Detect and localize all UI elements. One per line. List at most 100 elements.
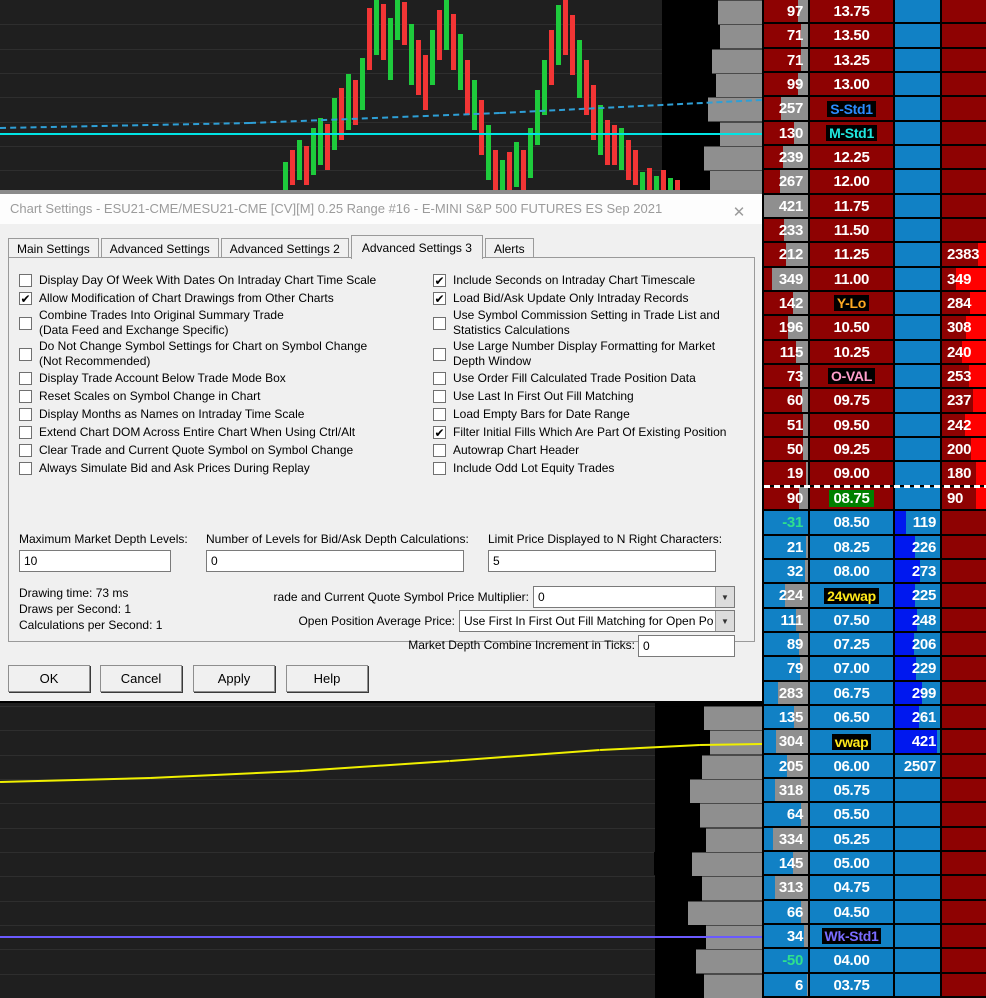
ladder-bid-depth-cell[interactable]	[895, 414, 942, 436]
ladder-bid-depth-cell[interactable]	[895, 365, 942, 387]
tab-main-settings[interactable]: Main Settings	[8, 238, 99, 258]
ladder-ask-depth-cell[interactable]: 284	[942, 292, 986, 314]
checkbox-opt-left-8[interactable]	[19, 444, 32, 457]
close-icon[interactable]: ✕	[730, 204, 748, 222]
ladder-ask-depth-cell[interactable]	[942, 657, 986, 680]
ladder-bid-depth-cell[interactable]	[895, 974, 942, 996]
ladder-bid-depth-cell[interactable]	[895, 949, 942, 972]
ok-button[interactable]: OK	[8, 665, 90, 692]
ladder-bid-depth-cell[interactable]	[895, 925, 942, 947]
checkbox-opt-right-8[interactable]	[433, 444, 446, 457]
ladder-bid-depth-cell[interactable]	[895, 438, 942, 460]
checkbox-opt-left-7[interactable]	[19, 426, 32, 439]
checkbox-opt-right-4[interactable]	[433, 372, 446, 385]
ladder-bid-depth-cell[interactable]: 299	[895, 682, 942, 704]
ladder-ask-depth-cell[interactable]	[942, 73, 986, 95]
ladder-bid-depth-cell[interactable]	[895, 876, 942, 899]
checkbox-opt-right-7[interactable]: ✔	[433, 426, 446, 439]
depth-combine-ticks-input[interactable]	[638, 635, 735, 657]
ladder-ask-depth-cell[interactable]	[942, 949, 986, 972]
ladder-bid-depth-cell[interactable]: 229	[895, 657, 942, 680]
cancel-button[interactable]: Cancel	[100, 665, 182, 692]
apply-button[interactable]: Apply	[193, 665, 275, 692]
ladder-bid-depth-cell[interactable]: 119	[895, 511, 942, 534]
ladder-ask-depth-cell[interactable]	[942, 974, 986, 996]
ladder-bid-depth-cell[interactable]	[895, 170, 942, 193]
ladder-bid-depth-cell[interactable]	[895, 487, 942, 509]
ladder-bid-depth-cell[interactable]: 421	[895, 730, 942, 753]
tab-advanced-settings[interactable]: Advanced Settings	[100, 238, 219, 258]
ladder-bid-depth-cell[interactable]	[895, 292, 942, 314]
price-multiplier-dropdown[interactable]: 0 ▼	[533, 586, 735, 608]
ladder-bid-depth-cell[interactable]	[895, 316, 942, 339]
ladder-bid-depth-cell[interactable]: 261	[895, 706, 942, 728]
ladder-bid-depth-cell[interactable]	[895, 24, 942, 47]
ladder-bid-depth-cell[interactable]: 2507	[895, 755, 942, 777]
ladder-bid-depth-cell[interactable]: 226	[895, 536, 942, 558]
ladder-ask-depth-cell[interactable]	[942, 49, 986, 71]
chevron-down-icon[interactable]: ▼	[715, 587, 734, 607]
tab-advanced-settings-2[interactable]: Advanced Settings 2	[220, 238, 349, 258]
ladder-ask-depth-cell[interactable]: 2383	[942, 243, 986, 266]
chevron-down-icon[interactable]: ▼	[715, 611, 734, 631]
checkbox-opt-left-9[interactable]	[19, 462, 32, 475]
ladder-ask-depth-cell[interactable]	[942, 146, 986, 168]
ladder-ask-depth-cell[interactable]	[942, 219, 986, 241]
ladder-bid-depth-cell[interactable]	[895, 852, 942, 874]
ladder-bid-depth-cell[interactable]	[895, 389, 942, 412]
ladder-ask-depth-cell[interactable]: 237	[942, 389, 986, 412]
ladder-ask-depth-cell[interactable]	[942, 706, 986, 728]
checkbox-opt-right-2[interactable]	[433, 316, 446, 330]
checkbox-opt-left-2[interactable]	[19, 316, 32, 330]
ladder-ask-depth-cell[interactable]	[942, 682, 986, 704]
ladder-bid-depth-cell[interactable]	[895, 803, 942, 826]
checkbox-opt-right-9[interactable]	[433, 462, 446, 475]
ladder-bid-depth-cell[interactable]	[895, 73, 942, 95]
ladder-ask-depth-cell[interactable]	[942, 170, 986, 193]
ladder-bid-depth-cell[interactable]	[895, 49, 942, 71]
checkbox-opt-left-1[interactable]: ✔	[19, 292, 32, 305]
checkbox-opt-left-3[interactable]	[19, 347, 32, 361]
checkbox-opt-left-6[interactable]	[19, 408, 32, 421]
ladder-ask-depth-cell[interactable]	[942, 195, 986, 217]
ladder-ask-depth-cell[interactable]	[942, 755, 986, 777]
checkbox-opt-left-4[interactable]	[19, 372, 32, 385]
ladder-ask-depth-cell[interactable]: 308	[942, 316, 986, 339]
ladder-ask-depth-cell[interactable]	[942, 852, 986, 874]
ladder-ask-depth-cell[interactable]: 240	[942, 341, 986, 363]
ladder-ask-depth-cell[interactable]	[942, 730, 986, 753]
ladder-bid-depth-cell[interactable]	[895, 0, 942, 22]
ladder-ask-depth-cell[interactable]	[942, 779, 986, 801]
ladder-ask-depth-cell[interactable]	[942, 876, 986, 899]
ladder-bid-depth-cell[interactable]	[895, 341, 942, 363]
ladder-ask-depth-cell[interactable]	[942, 560, 986, 582]
ladder-ask-depth-cell[interactable]	[942, 24, 986, 47]
open-position-avg-price-dropdown[interactable]: Use First In First Out Fill Matching for…	[459, 610, 735, 632]
max-depth-levels-input[interactable]	[19, 550, 171, 572]
ladder-bid-depth-cell[interactable]	[895, 243, 942, 266]
ladder-bid-depth-cell[interactable]: 206	[895, 633, 942, 655]
ladder-ask-depth-cell[interactable]: 200	[942, 438, 986, 460]
ladder-ask-depth-cell[interactable]	[942, 633, 986, 655]
ladder-bid-depth-cell[interactable]	[895, 195, 942, 217]
checkbox-opt-left-5[interactable]	[19, 390, 32, 403]
ladder-bid-depth-cell[interactable]	[895, 146, 942, 168]
checkbox-opt-right-5[interactable]	[433, 390, 446, 403]
ladder-bid-depth-cell[interactable]	[895, 828, 942, 850]
ladder-bid-depth-cell[interactable]: 225	[895, 584, 942, 607]
ladder-ask-depth-cell[interactable]: 349	[942, 268, 986, 290]
ladder-ask-depth-cell[interactable]	[942, 828, 986, 850]
ladder-ask-depth-cell[interactable]: 242	[942, 414, 986, 436]
ladder-ask-depth-cell[interactable]	[942, 511, 986, 534]
ladder-ask-depth-cell[interactable]	[942, 0, 986, 22]
ladder-bid-depth-cell[interactable]	[895, 779, 942, 801]
ladder-bid-depth-cell[interactable]	[895, 97, 942, 120]
ladder-ask-depth-cell[interactable]	[942, 122, 986, 144]
checkbox-opt-right-3[interactable]	[433, 347, 446, 361]
ladder-ask-depth-cell[interactable]: 90	[942, 487, 986, 509]
ladder-bid-depth-cell[interactable]	[895, 122, 942, 144]
ladder-ask-depth-cell[interactable]	[942, 97, 986, 120]
checkbox-opt-left-0[interactable]	[19, 274, 32, 287]
ladder-bid-depth-cell[interactable]: 273	[895, 560, 942, 582]
tab-alerts[interactable]: Alerts	[484, 238, 534, 258]
